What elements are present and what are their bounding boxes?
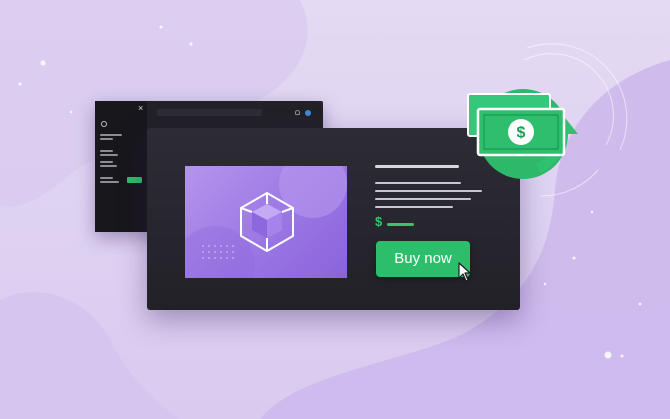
sidebar-item[interactable] — [100, 150, 113, 152]
money-refund-icon: $ — [467, 89, 578, 179]
sidebar-item[interactable] — [100, 154, 118, 156]
sidebar-item[interactable] — [100, 138, 113, 140]
address-bar[interactable] — [157, 109, 262, 116]
bell-icon[interactable] — [295, 110, 300, 115]
product-description — [375, 182, 461, 184]
search-icon[interactable] — [101, 121, 107, 127]
sidebar: × — [95, 101, 147, 232]
buy-now-button[interactable]: Buy now — [376, 241, 470, 277]
close-icon[interactable]: × — [138, 104, 143, 113]
product-title — [375, 165, 459, 168]
sidebar-action-button[interactable] — [127, 177, 142, 183]
product-description — [375, 206, 453, 208]
product-description — [375, 190, 482, 192]
product-window: $ Buy now — [147, 128, 520, 310]
sidebar-item[interactable] — [100, 165, 117, 167]
sidebar-item[interactable] — [100, 177, 113, 179]
product-description — [375, 198, 471, 200]
price-currency: $ — [375, 214, 383, 229]
cursor-icon — [458, 262, 471, 282]
sidebar-item[interactable] — [100, 181, 119, 183]
dollar-icon: $ — [517, 125, 526, 142]
avatar[interactable] — [305, 110, 311, 116]
cube-icon — [185, 166, 347, 278]
sidebar-item[interactable] — [100, 161, 113, 163]
product-image — [185, 166, 347, 278]
price-value — [387, 223, 414, 226]
sidebar-item[interactable] — [100, 134, 122, 136]
